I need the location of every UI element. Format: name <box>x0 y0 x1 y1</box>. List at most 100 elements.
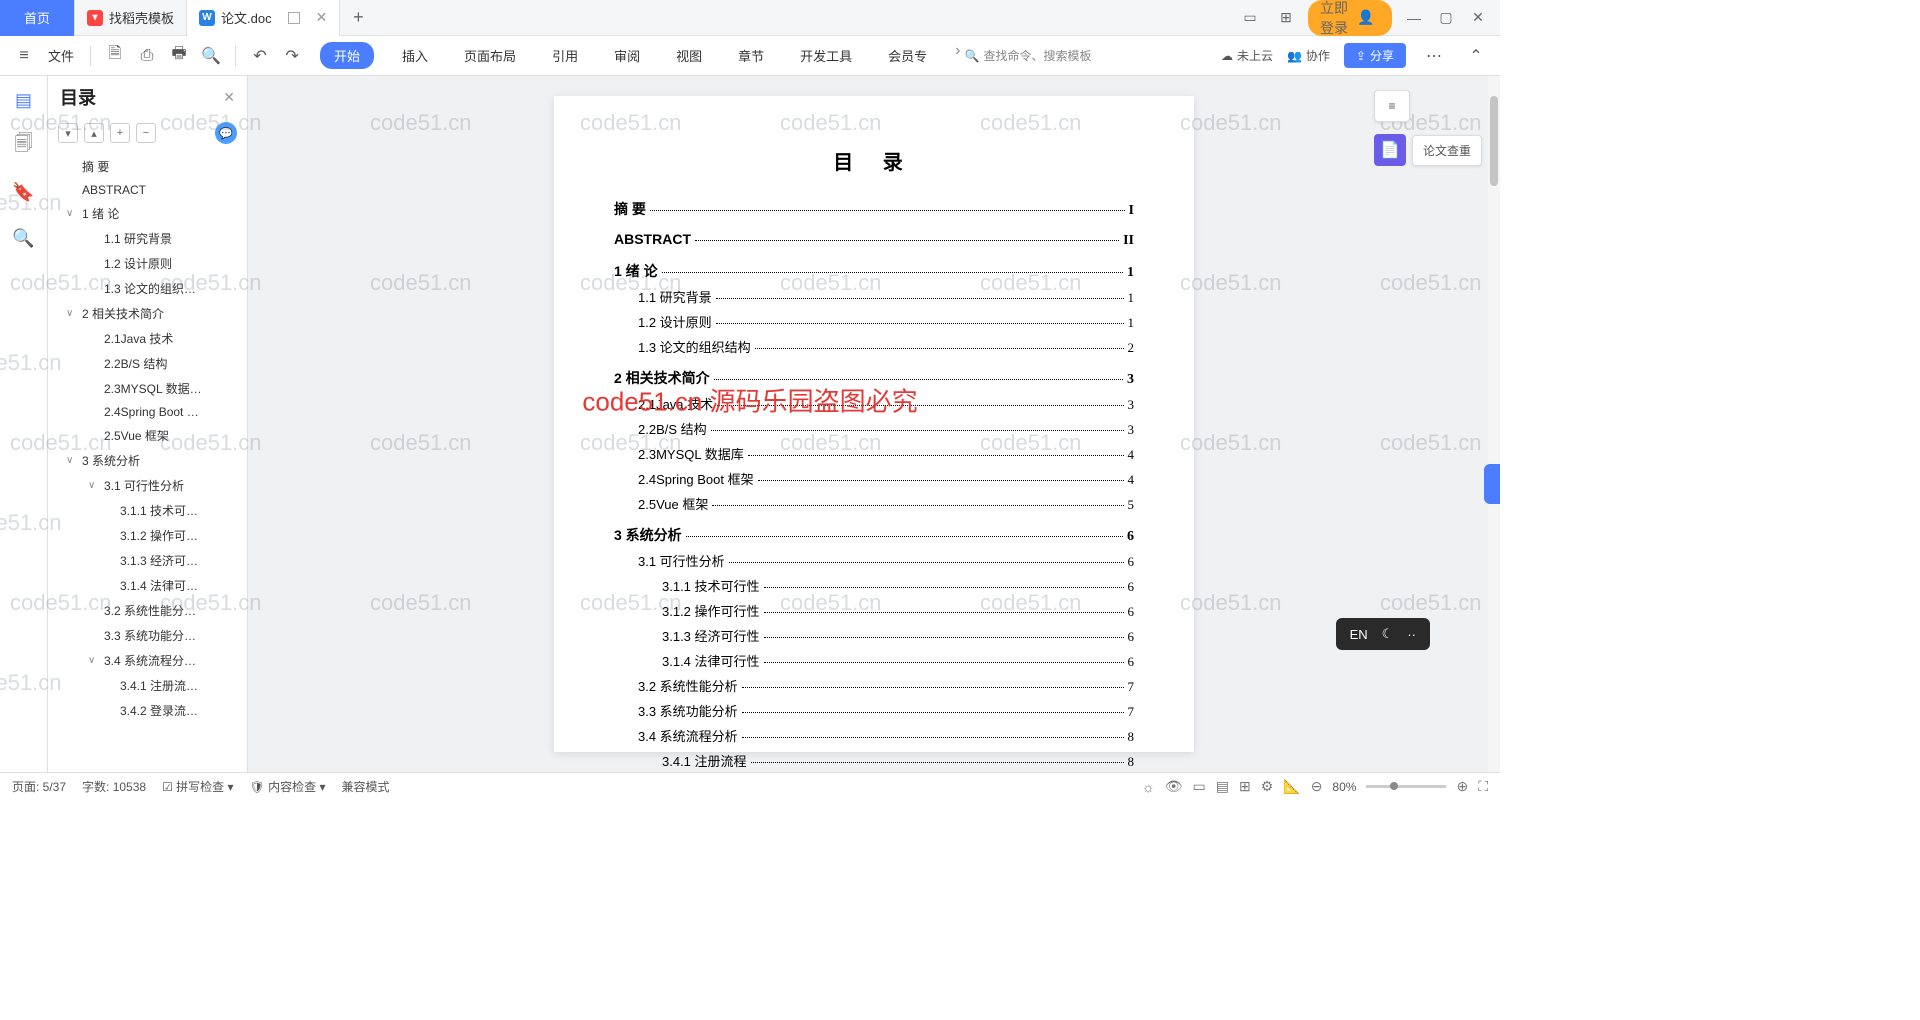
outline-item[interactable]: ∨3.4 系统流程分… <box>48 648 247 673</box>
page-indicator[interactable]: 页面: 5/37 <box>12 778 66 795</box>
outline-item[interactable]: ∨1 绪 论 <box>48 201 247 226</box>
print-icon[interactable]: 🖶 <box>165 42 193 70</box>
remove-icon[interactable]: − <box>136 123 156 143</box>
ribbon-tab-review[interactable]: 审阅 <box>606 42 648 69</box>
side-tab-handle[interactable] <box>1484 464 1500 504</box>
toc-entry[interactable]: 1.3 论文的组织结构2 <box>614 337 1134 356</box>
toc-entry[interactable]: 2.3MYSQL 数据库4 <box>614 444 1134 463</box>
outline-item[interactable]: 3.4.1 注册流… <box>48 673 247 698</box>
brightness-icon[interactable]: ☼ <box>1142 779 1155 795</box>
toc-entry[interactable]: 3.1 可行性分析6 <box>614 551 1134 570</box>
toc-entry[interactable]: 3 系统分析6 <box>614 525 1134 545</box>
outline-item[interactable]: 3.4.2 登录流… <box>48 698 247 723</box>
outline-item[interactable]: ∨3.1 可行性分析 <box>48 473 247 498</box>
page-rail-icon[interactable]: 🗐 <box>12 134 36 158</box>
outline-item[interactable]: 2.1Java 技术 <box>48 326 247 351</box>
zoom-out-icon[interactable]: ⊖ <box>1311 778 1323 795</box>
ribbon-tab-devtools[interactable]: 开发工具 <box>792 42 860 69</box>
file-menu[interactable]: 文件 <box>42 46 80 65</box>
fit-icon[interactable]: ⛶ <box>1478 778 1488 795</box>
toc-entry[interactable]: 1 绪 论1 <box>614 261 1134 281</box>
toc-entry[interactable]: 2.5Vue 框架5 <box>614 494 1134 513</box>
zoom-slider[interactable] <box>1366 785 1446 788</box>
outline-item[interactable]: 2.4Spring Boot … <box>48 401 247 423</box>
toc-entry[interactable]: 3.1.4 法律可行性6 <box>614 651 1134 670</box>
maximize-button[interactable]: ▢ <box>1432 4 1460 32</box>
menu-icon[interactable]: ≡ <box>10 42 38 70</box>
outline-rail-icon[interactable]: ▤ <box>12 88 36 112</box>
command-search[interactable]: 🔍 查找命令、搜索模板 <box>964 47 1091 64</box>
toc-entry[interactable]: 1.1 研究背景1 <box>614 287 1134 306</box>
apps-icon[interactable]: ⊞ <box>1272 4 1300 32</box>
toc-entry[interactable]: ABSTRACTII <box>614 231 1134 249</box>
toc-entry[interactable]: 3.4 系统流程分析8 <box>614 726 1134 745</box>
minimize-button[interactable]: — <box>1400 4 1428 32</box>
outline-item[interactable]: 1.3 论文的组织… <box>48 276 247 301</box>
spellcheck-toggle[interactable]: ☑ 拼写检查 ▾ <box>162 778 233 795</box>
bookmark-rail-icon[interactable]: 🔖 <box>12 180 36 204</box>
outline-item[interactable]: 3.3 系统功能分… <box>48 623 247 648</box>
outline-item[interactable]: 1.1 研究背景 <box>48 226 247 251</box>
ribbon-more-icon[interactable]: › <box>955 42 960 69</box>
ruler-icon[interactable]: 📐 <box>1283 778 1300 795</box>
login-button[interactable]: 立即登录 👤 <box>1308 0 1392 36</box>
tab-templates[interactable]: ▾ 找稻壳模板 <box>75 0 187 36</box>
scrollbar-thumb[interactable] <box>1490 96 1498 186</box>
collapse-icon[interactable]: ⌃ <box>1462 42 1490 70</box>
ribbon-tab-sections[interactable]: 章节 <box>730 42 772 69</box>
tab-home[interactable]: 首页 <box>0 0 75 36</box>
print-preview-icon[interactable]: 🔍 <box>197 42 225 70</box>
layout-icon[interactable]: ▭ <box>1236 4 1264 32</box>
view-web-icon[interactable]: ⊞ <box>1239 778 1251 795</box>
toc-entry[interactable]: 2.4Spring Boot 框架4 <box>614 469 1134 488</box>
add-icon[interactable]: + <box>110 123 130 143</box>
tab-window-icon[interactable] <box>288 12 300 24</box>
toc-entry[interactable]: 1.2 设计原则1 <box>614 312 1134 331</box>
cloud-status[interactable]: ☁ 未上云 <box>1221 47 1273 64</box>
collapse-all-icon[interactable]: ▾ <box>58 123 78 143</box>
close-icon[interactable]: ✕ <box>223 89 235 106</box>
outline-tree[interactable]: 摘 要ABSTRACT∨1 绪 论1.1 研究背景1.2 设计原则1.3 论文的… <box>48 148 247 772</box>
ribbon-tab-member[interactable]: 会员专 <box>880 42 935 69</box>
outline-item[interactable]: 2.3MYSQL 数据… <box>48 376 247 401</box>
tab-document[interactable]: W 论文.doc ✕ <box>187 0 340 36</box>
undo-icon[interactable]: ↶ <box>246 42 274 70</box>
toc-entry[interactable]: 3.3 系统功能分析7 <box>614 701 1134 720</box>
toc-entry[interactable]: 3.1.3 经济可行性6 <box>614 626 1134 645</box>
toc-entry[interactable]: 3.1.2 操作可行性6 <box>614 601 1134 620</box>
expand-all-icon[interactable]: ▴ <box>84 123 104 143</box>
save-icon[interactable]: 🗎 <box>101 42 129 70</box>
zoom-in-icon[interactable]: ⊕ <box>1456 778 1468 795</box>
collab-button[interactable]: 👥 协作 <box>1287 47 1330 64</box>
close-icon[interactable]: ✕ <box>316 9 328 26</box>
toc-entry[interactable]: 2.2B/S 结构3 <box>614 419 1134 438</box>
toc-entry[interactable]: 摘 要I <box>614 199 1134 219</box>
toc-entry[interactable]: 3.2 系统性能分析7 <box>614 676 1134 695</box>
plagiarism-button[interactable]: 论文查重 <box>1412 135 1482 166</box>
plagiarism-icon[interactable]: 📄 <box>1374 134 1406 166</box>
outline-item[interactable]: 2.2B/S 结构 <box>48 351 247 376</box>
redo-icon[interactable]: ↷ <box>278 42 306 70</box>
outline-item[interactable]: 3.1.1 技术可… <box>48 498 247 523</box>
outline-item[interactable]: 3.1.2 操作可… <box>48 523 247 548</box>
search-rail-icon[interactable]: 🔍 <box>12 226 36 250</box>
ribbon-tab-layout[interactable]: 页面布局 <box>456 42 524 69</box>
reading-icon[interactable]: 👁 <box>1165 778 1183 795</box>
outline-item[interactable]: ∨3 系统分析 <box>48 448 247 473</box>
ribbon-tab-insert[interactable]: 插入 <box>394 42 436 69</box>
toc-entry[interactable]: 3.1.1 技术可行性6 <box>614 576 1134 595</box>
close-button[interactable]: ✕ <box>1464 4 1492 32</box>
outline-item[interactable]: ∨2 相关技术简介 <box>48 301 247 326</box>
zoom-level[interactable]: 80% <box>1332 780 1356 794</box>
chat-icon[interactable]: 💬 <box>215 122 237 144</box>
outline-item[interactable]: 1.2 设计原则 <box>48 251 247 276</box>
view-page-icon[interactable]: ▭ <box>1192 778 1205 795</box>
format-icon[interactable]: ≡ <box>1374 90 1410 122</box>
ribbon-tab-view[interactable]: 视图 <box>668 42 710 69</box>
ribbon-tab-references[interactable]: 引用 <box>544 42 586 69</box>
outline-item[interactable]: 摘 要 <box>48 154 247 179</box>
save-as-icon[interactable]: ⎙ <box>133 42 161 70</box>
toc-entry[interactable]: 3.4.1 注册流程8 <box>614 751 1134 770</box>
word-count[interactable]: 字数: 10538 <box>82 778 146 795</box>
outline-item[interactable]: 3.1.4 法律可… <box>48 573 247 598</box>
